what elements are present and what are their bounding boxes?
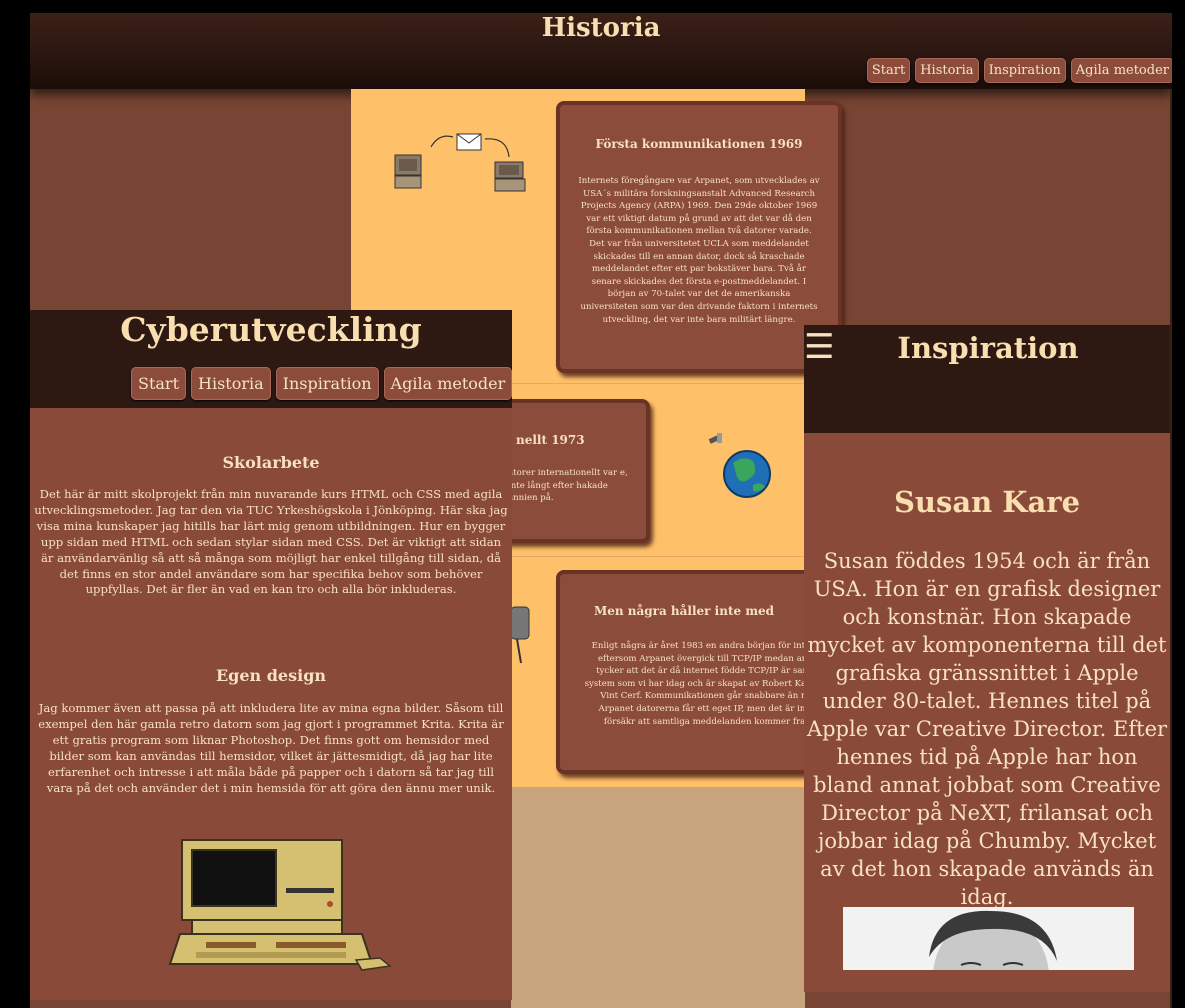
historia-lower-area (511, 787, 805, 1008)
section-title-egen-design: Egen design (215, 666, 327, 685)
timeline-card: Men några håller inte med Enligt några ä… (556, 570, 842, 774)
card-text: Enligt några är året 1983 en andra börja… (584, 641, 836, 727)
main-nav: Start Historia Inspiration Agila metoder (866, 58, 1172, 83)
cyberutveckling-window: Cyberutveckling Start Historia Inspirati… (30, 310, 512, 1000)
card-text: atorer internationellt var e, inte långt… (508, 468, 628, 504)
inspiration-header: ☰ Inspiration (804, 325, 1170, 433)
nav-historia-button[interactable]: Historia (915, 58, 979, 83)
card-title: Första kommunikationen 1969 (595, 137, 803, 151)
person-photo (843, 907, 1134, 970)
section-text-egen-design: Jag kommer även att passa på att inklude… (38, 701, 504, 795)
page-title: Inspiration (897, 331, 1079, 365)
page-title: Historia (541, 13, 661, 43)
globe-satellite-illustration (708, 433, 771, 498)
nav-agila-metoder-button[interactable]: Agila metoder (1070, 58, 1172, 83)
inspiration-window: ☰ Inspiration Susan Kare Susan föddes 19… (804, 325, 1170, 992)
retro-computer-illustration (168, 839, 392, 971)
section-title-skolarbete: Skolarbete (222, 453, 320, 472)
section-text-skolarbete: Det här är mitt skolprojekt från min nuv… (34, 487, 508, 597)
nav-start-button[interactable]: Start (866, 58, 911, 83)
nav-inspiration-button[interactable]: Inspiration (275, 367, 379, 400)
hamburger-menu-icon[interactable]: ☰ (804, 327, 834, 367)
email-computers-illustration (394, 133, 526, 192)
person-name: Susan Kare (893, 485, 1081, 519)
person-bio: Susan föddes 1954 och är från USA. Hon ä… (806, 549, 1168, 909)
nav-historia-button[interactable]: Historia (191, 367, 271, 400)
nav-agila-metoder-button[interactable]: Agila metoder (383, 367, 512, 400)
timeline-card: Första kommunikationen 1969 Internets fö… (556, 101, 842, 373)
card-text: Internets föregångare var Arpanet, som u… (578, 176, 820, 325)
historia-header: Historia Start Historia Inspiration Agil… (30, 13, 1172, 89)
cyber-header: Cyberutveckling Start Historia Inspirati… (30, 310, 512, 408)
card-title: Men några håller inte med (593, 604, 775, 618)
page-title: Cyberutveckling (120, 310, 422, 349)
portrait-image (929, 910, 1057, 970)
main-nav: Start Historia Inspiration Agila metoder (131, 367, 512, 400)
historia-edge (1170, 89, 1172, 1008)
robot-illustration (510, 606, 530, 664)
nav-inspiration-button[interactable]: Inspiration (983, 58, 1066, 83)
nav-start-button[interactable]: Start (131, 367, 187, 400)
